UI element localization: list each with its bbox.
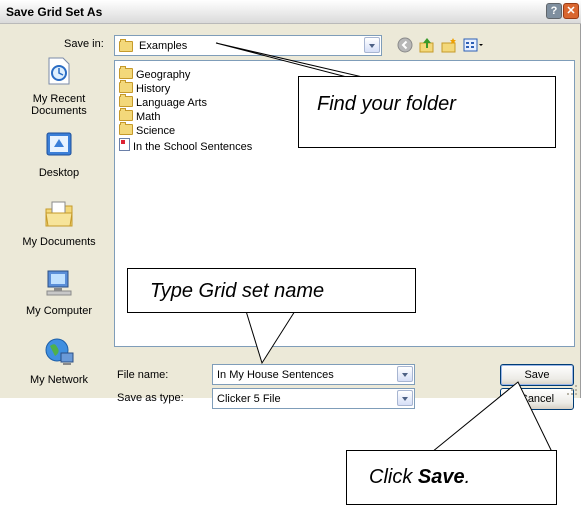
click-save-prefix: Click [369,466,418,488]
click-save-callout: Click Save. [346,450,557,505]
click-save-bold: Save [417,466,465,488]
type-name-callout: Type Grid set name [127,268,416,313]
click-save-text: Click Save. [369,466,470,489]
find-folder-text: Find your folder [317,93,456,115]
type-name-text: Type Grid set name [150,280,325,302]
click-save-suffix: . [464,466,471,488]
find-folder-callout: Find your folder [298,76,556,148]
